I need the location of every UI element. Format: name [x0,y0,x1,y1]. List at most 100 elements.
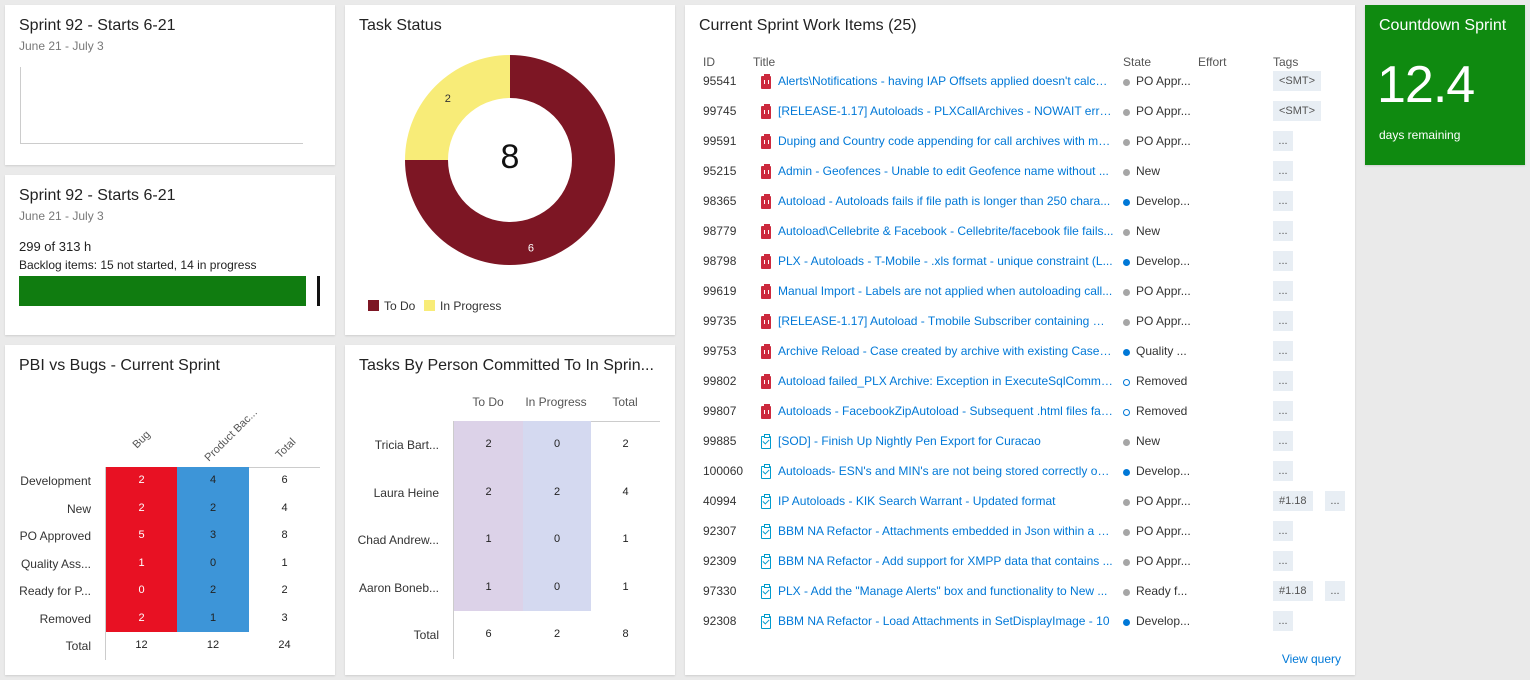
work-item-id[interactable]: 99735 [703,314,753,328]
work-item-title-link[interactable]: Autoloads - FacebookZipAutoload - Subseq… [778,404,1114,418]
work-item-title-link[interactable]: Manual Import - Labels are not applied w… [778,284,1114,298]
pbi-cell-pbi[interactable]: 2 [177,494,249,522]
work-item-title-link[interactable]: BBM NA Refactor - Add support for XMPP d… [778,554,1114,568]
work-item-id[interactable]: 99619 [703,284,753,298]
tag-badge[interactable]: <SMT> [1273,71,1322,91]
work-item-id[interactable]: 98798 [703,254,753,268]
work-item-id[interactable]: 100060 [703,464,753,478]
tbp-cell-inprogress[interactable]: 2 [523,468,591,516]
pbi-cell-bug[interactable]: 2 [106,467,177,495]
work-item-id[interactable]: 99885 [703,434,753,448]
pbi-cell-pbi[interactable]: 3 [177,522,249,550]
pbi-cell-bug[interactable]: 1 [106,549,177,577]
work-item-title-link[interactable]: [RELEASE-1.17] Autoloads - PLXCallArchiv… [778,104,1114,118]
work-item-title-link[interactable]: [RELEASE-1.17] Autoload - Tmobile Subscr… [778,314,1114,328]
tags-more-button[interactable]: ... [1273,371,1293,391]
burndown-widget[interactable]: Sprint 92 - Starts 6-21 June 21 - July 3 [5,5,335,165]
work-item-id[interactable]: 99802 [703,374,753,388]
work-item-id[interactable]: 98779 [703,224,753,238]
work-item-row[interactable]: 99591 Duping and Country code appending f… [685,127,1345,157]
countdown-title[interactable]: Countdown Sprint [1379,17,1506,35]
pbi-cell-pbi[interactable]: 0 [177,549,249,577]
work-item-title-link[interactable]: Autoload failed_PLX Archive: Exception i… [778,374,1114,388]
countdown-widget[interactable]: Countdown Sprint 12.4 days remaining [1365,5,1525,165]
tbp-cell-todo[interactable]: 1 [454,516,523,564]
work-item-title-link[interactable]: Alerts\Notifications - having IAP Offset… [778,74,1114,88]
tbp-cell-todo[interactable]: 2 [454,468,523,516]
tbp-cell-inprogress[interactable]: 0 [523,563,591,611]
pbi-cell-bug[interactable]: 5 [106,522,177,550]
work-item-row[interactable]: 98798 PLX - Autoloads - T-Mobile - .xls f… [685,247,1345,277]
capacity-title[interactable]: Sprint 92 - Starts 6-21 [19,187,176,205]
pbi-vs-bugs-widget[interactable]: PBI vs Bugs - Current Sprint Bug Product… [5,345,335,675]
tags-more-button[interactable]: ... [1273,551,1293,571]
tbp-cell-inprogress[interactable]: 0 [523,421,591,469]
work-item-row[interactable]: 99802 Autoload failed_PLX Archive: Except… [685,367,1345,397]
pbi-cell-bug[interactable]: 2 [106,604,177,632]
work-item-id[interactable]: 92308 [703,614,753,628]
tags-more-button[interactable]: ... [1273,461,1293,481]
work-item-row[interactable]: 92309 BBM NA Refactor - Add support for X… [685,547,1345,577]
work-item-id[interactable]: 92309 [703,554,753,568]
work-item-title-link[interactable]: PLX - Add the "Manage Alerts" box and fu… [778,584,1114,598]
work-item-row[interactable]: 92308 BBM NA Refactor - Load Attachments … [685,607,1345,637]
task-status-widget[interactable]: Task Status 6 2 8 To Do In Progress [345,5,675,335]
burndown-title[interactable]: Sprint 92 - Starts 6-21 [19,17,176,35]
tags-more-button[interactable]: ... [1325,491,1345,511]
work-item-id[interactable]: 97330 [703,584,753,598]
work-item-id[interactable]: 99591 [703,134,753,148]
tbp-cell-todo[interactable]: 2 [454,421,523,469]
work-item-title-link[interactable]: BBM NA Refactor - Attachments embedded i… [778,524,1114,538]
work-item-row[interactable]: 99735 [RELEASE-1.17] Autoload - Tmobile S… [685,307,1345,337]
work-item-row[interactable]: 99807 Autoloads - FacebookZipAutoload - S… [685,397,1345,427]
work-item-row[interactable]: 99745 [RELEASE-1.17] Autoloads - PLXCallA… [685,97,1345,127]
tags-more-button[interactable]: ... [1273,311,1293,331]
pbi-cell-pbi[interactable]: 2 [177,577,249,605]
pbi-cell-pbi[interactable]: 4 [177,467,249,495]
tags-more-button[interactable]: ... [1273,521,1293,541]
work-item-id[interactable]: 99753 [703,344,753,358]
capacity-widget[interactable]: Sprint 92 - Starts 6-21 June 21 - July 3… [5,175,335,335]
tags-more-button[interactable]: ... [1273,281,1293,301]
work-item-row[interactable]: 95215 Admin - Geofences - Unable to edit … [685,157,1345,187]
tags-more-button[interactable]: ... [1273,161,1293,181]
tags-more-button[interactable]: ... [1273,341,1293,361]
work-item-title-link[interactable]: IP Autoloads - KIK Search Warrant - Upda… [778,494,1114,508]
work-items-title[interactable]: Current Sprint Work Items (25) [699,17,917,35]
tag-badge[interactable]: <SMT> [1273,101,1322,121]
work-item-id[interactable]: 98365 [703,194,753,208]
work-item-row[interactable]: 99885 [SOD] - Finish Up Nightly Pen Expor… [685,427,1345,457]
work-item-id[interactable]: 99807 [703,404,753,418]
pbi-title[interactable]: PBI vs Bugs - Current Sprint [19,357,220,375]
tbp-title[interactable]: Tasks By Person Committed To In Sprin... [359,357,654,375]
work-item-title-link[interactable]: [SOD] - Finish Up Nightly Pen Export for… [778,434,1114,448]
tag-badge[interactable]: #1.18 [1273,491,1313,511]
work-item-title-link[interactable]: BBM NA Refactor - Load Attachments in Se… [778,614,1114,628]
work-item-title-link[interactable]: Admin - Geofences - Unable to edit Geofe… [778,164,1114,178]
work-item-id[interactable]: 95541 [703,74,753,88]
tasks-by-person-widget[interactable]: Tasks By Person Committed To In Sprin...… [345,345,675,675]
work-item-title-link[interactable]: Archive Reload - Case created by archive… [778,344,1114,358]
pbi-cell-bug[interactable]: 2 [106,494,177,522]
work-item-row[interactable]: 97330 PLX - Add the "Manage Alerts" box a… [685,577,1345,607]
view-query-link[interactable]: View query [1282,652,1341,666]
tbp-cell-todo[interactable]: 1 [454,563,523,611]
work-item-row[interactable]: 99619 Manual Import - Labels are not appl… [685,277,1345,307]
tags-more-button[interactable]: ... [1273,611,1293,631]
tags-more-button[interactable]: ... [1273,251,1293,271]
work-item-title-link[interactable]: Autoload\Cellebrite & Facebook - Cellebr… [778,224,1114,238]
tags-more-button[interactable]: ... [1273,431,1293,451]
work-item-id[interactable]: 95215 [703,164,753,178]
work-item-row[interactable]: 92307 BBM NA Refactor - Attachments embed… [685,517,1345,547]
work-item-title-link[interactable]: PLX - Autoloads - T-Mobile - .xls format… [778,254,1114,268]
tags-more-button[interactable]: ... [1273,221,1293,241]
pbi-cell-bug[interactable]: 0 [106,577,177,605]
task-status-title[interactable]: Task Status [359,17,442,35]
tags-more-button[interactable]: ... [1325,581,1345,601]
work-item-row[interactable]: 99753 Archive Reload - Case created by ar… [685,337,1345,367]
work-item-title-link[interactable]: Duping and Country code appending for ca… [778,134,1114,148]
work-item-row[interactable]: 40994 IP Autoloads - KIK Search Warrant -… [685,487,1345,517]
work-item-id[interactable]: 99745 [703,104,753,118]
work-item-row[interactable]: 98779 Autoload\Cellebrite & Facebook - Ce… [685,217,1345,247]
work-item-id[interactable]: 40994 [703,494,753,508]
